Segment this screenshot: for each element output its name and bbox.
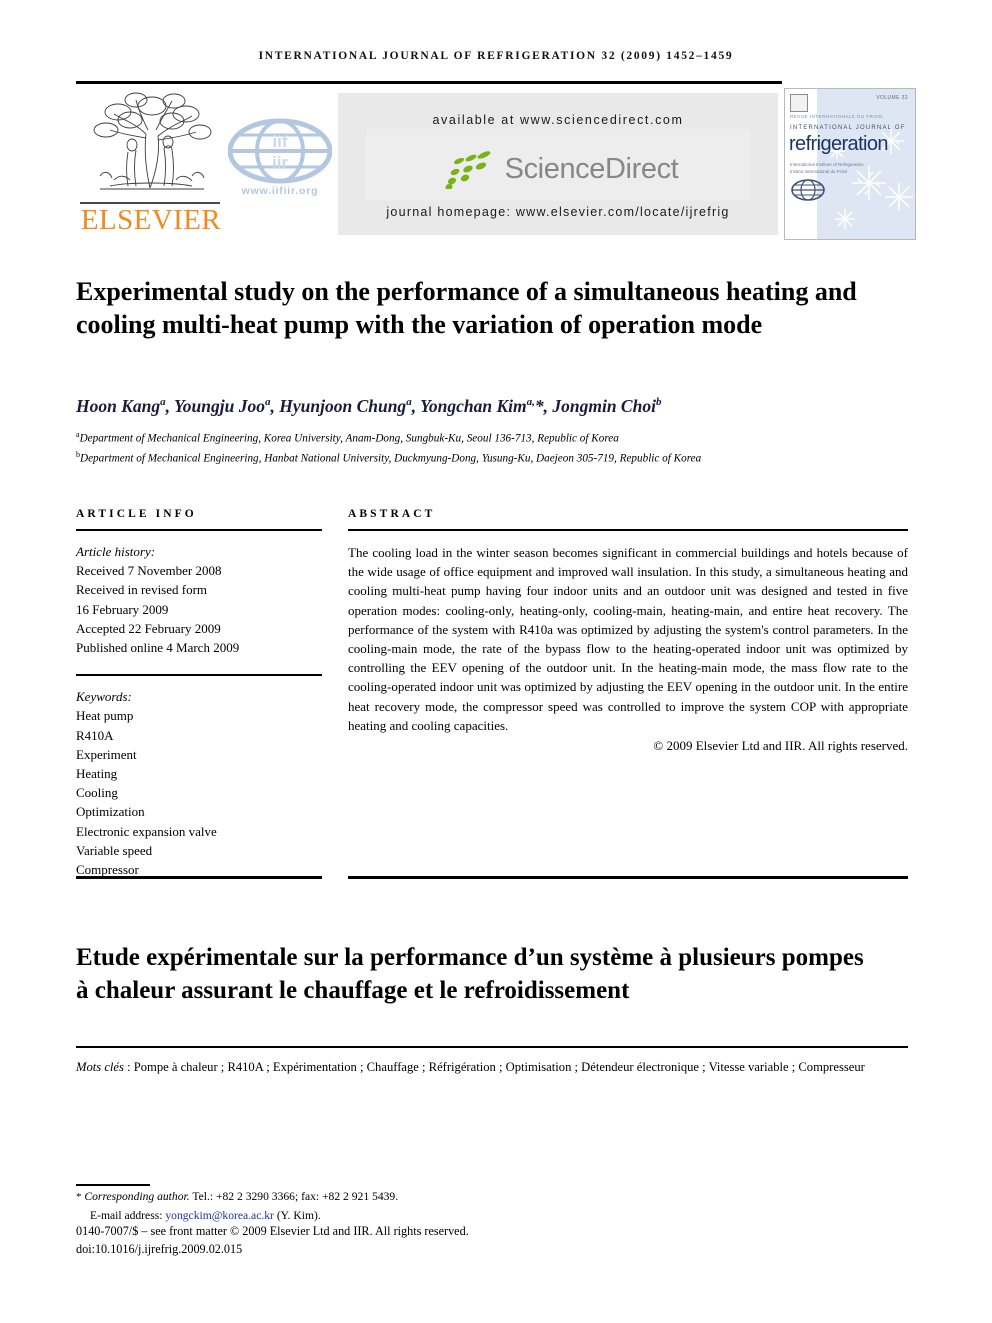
abstract-rule (348, 529, 908, 531)
cover-volume-label: VOLUME 32 (876, 95, 908, 101)
list-item: Optimization (76, 804, 145, 820)
french-keywords: Mots clés : Pompe à chaleur ; R410A ; Ex… (76, 1058, 908, 1077)
corresponding-author-line: * Corresponding author. Tel.: +82 2 3290… (76, 1188, 676, 1207)
list-item: Variable speed (76, 842, 153, 858)
article-history-label: Article history: (76, 544, 156, 559)
sciencedirect-banner: available at www.sciencedirect.com Scien… (338, 93, 778, 235)
cover-title-label: refrigeration (789, 133, 889, 155)
front-matter-line: 0140-7007/$ – see front matter © 2009 El… (76, 1224, 469, 1238)
french-keywords-rule (76, 1046, 908, 1048)
iir-url-label: www.iifiir.org (241, 185, 319, 197)
affiliation-a-text: Department of Mechanical Engineering, Ko… (79, 432, 619, 445)
french-title: Etude expérimentale sur la performance d… (76, 943, 864, 1004)
list-item: Received in revised form (76, 582, 208, 598)
list-item: Accepted 22 February 2009 (76, 620, 221, 636)
cover-iir-globe-icon (791, 179, 825, 201)
abstract-copyright: © 2009 Elsevier Ltd and IIR. All rights … (653, 738, 908, 754)
email-link[interactable]: yongckim@korea.ac.kr (165, 1209, 274, 1222)
sciencedirect-swoosh-icon (445, 151, 491, 189)
keywords-rule (76, 674, 322, 677)
list-item: R410A (76, 727, 114, 743)
cover-subtitle-label: International Institute of Refrigeration… (790, 161, 864, 175)
svg-text:iir: iir (272, 153, 288, 172)
publisher-banner-row: ELSEVIER iif iir www.iifiir.org availabl… (76, 88, 916, 240)
journal-cover-thumbnail[interactable]: VOLUME 32 REVUE INTERNATIONALE DU FROID … (784, 88, 916, 240)
list-item: Cooling (76, 785, 118, 801)
list-item: Electronic expansion valve (76, 823, 217, 839)
doi-line: doi:10.1016/j.ijrefrig.2009.02.015 (76, 1242, 243, 1256)
iir-globe-icon: iif iir (228, 118, 332, 184)
abstract-column: ABSTRACT The cooling load in the winter … (348, 508, 908, 754)
sciencedirect-logo[interactable]: ScienceDirect (338, 145, 778, 193)
email-suffix: (Y. Kim). (276, 1208, 321, 1222)
email-address-label: E-mail address: (90, 1208, 163, 1222)
journal-homepage-link[interactable]: journal homepage: www.elsevier.com/locat… (338, 205, 778, 219)
cover-elsevier-mark-icon (790, 94, 808, 112)
cover-subtitle-line2: Institut International du Froid (790, 169, 848, 174)
header-top-rule (76, 81, 782, 84)
list-item: Published online 4 March 2009 (76, 640, 240, 656)
cover-eyebrow-label: REVUE INTERNATIONALE DU FROID (790, 114, 883, 119)
article-history-list: Received 7 November 2008 Received in revi… (76, 561, 322, 657)
keywords-block: Keywords: Heat pump R410A Experiment Heatin… (76, 687, 322, 879)
available-at-label: available at www.sciencedirect.com (432, 113, 684, 127)
abstract-heading: ABSTRACT (348, 508, 436, 520)
affiliations: aDepartment of Mechanical Engineering, K… (76, 427, 906, 467)
article-info-bottom-rule (76, 876, 322, 879)
elsevier-tree-icon (93, 92, 212, 190)
list-item: Received 7 November 2008 (76, 563, 222, 579)
article-info-column: ARTICLE INFO Article history: Received 7… (76, 508, 322, 879)
corresponding-author-contact: Tel.: +82 2 3290 3366; fax: +82 2 921 54… (189, 1190, 399, 1203)
svg-text:iif: iif (272, 132, 287, 151)
front-matter-block: 0140-7007/$ – see front matter © 2009 El… (76, 1222, 776, 1258)
cover-kicker-label: INTERNATIONAL JOURNAL OF (790, 125, 906, 131)
running-head: International Journal of Refrigeration 3… (258, 50, 734, 62)
abstract-bottom-rule (348, 876, 908, 879)
asterisk-marker: * (76, 1191, 82, 1203)
french-keywords-label: Mots clés (76, 1060, 124, 1074)
cover-subtitle-line1: International Institute of Refrigeration (790, 162, 864, 167)
sciencedirect-wordmark: ScienceDirect (504, 152, 679, 185)
list-item: Heat pump (76, 708, 134, 724)
abstract-text: The cooling load in the winter season be… (348, 545, 908, 733)
corresponding-author-label: Corresponding author. (84, 1190, 190, 1203)
keywords-list: Heat pump R410A Experiment Heating Cooling Op… (76, 706, 322, 879)
page-title: Experimental study on the performance of… (76, 277, 857, 340)
article-history: Article history: Received 7 November 200… (76, 542, 322, 657)
elsevier-logo[interactable]: ELSEVIER (76, 88, 224, 240)
list-item: Heating (76, 766, 118, 782)
iir-logo[interactable]: iif iir www.iifiir.org (226, 118, 334, 210)
keywords-label: Keywords: (76, 689, 132, 705)
french-keywords-text: : Pompe à chaleur ; R410A ; Expérimentat… (123, 1060, 865, 1074)
elsevier-wordmark: ELSEVIER (80, 204, 222, 236)
affiliation-a: aDepartment of Mechanical Engineering, K… (76, 427, 906, 447)
affiliation-b: bDepartment of Mechanical Engineering, H… (76, 447, 906, 467)
article-info-rule (76, 529, 322, 531)
list-item: 16 February 2009 (76, 601, 169, 617)
footnote-block: * Corresponding author. Tel.: +82 2 3290… (76, 1188, 676, 1224)
article-info-heading: ARTICLE INFO (76, 508, 197, 520)
journal-article-first-page: International Journal of Refrigeration 3… (0, 0, 992, 1323)
affiliation-b-text: Department of Mechanical Engineering, Ha… (80, 452, 702, 465)
footnote-rule (76, 1184, 150, 1186)
list-item: Experiment (76, 746, 137, 762)
author-list: Hoon Kanga, Youngju Jooa, Hyunjoon Chung… (76, 396, 662, 416)
